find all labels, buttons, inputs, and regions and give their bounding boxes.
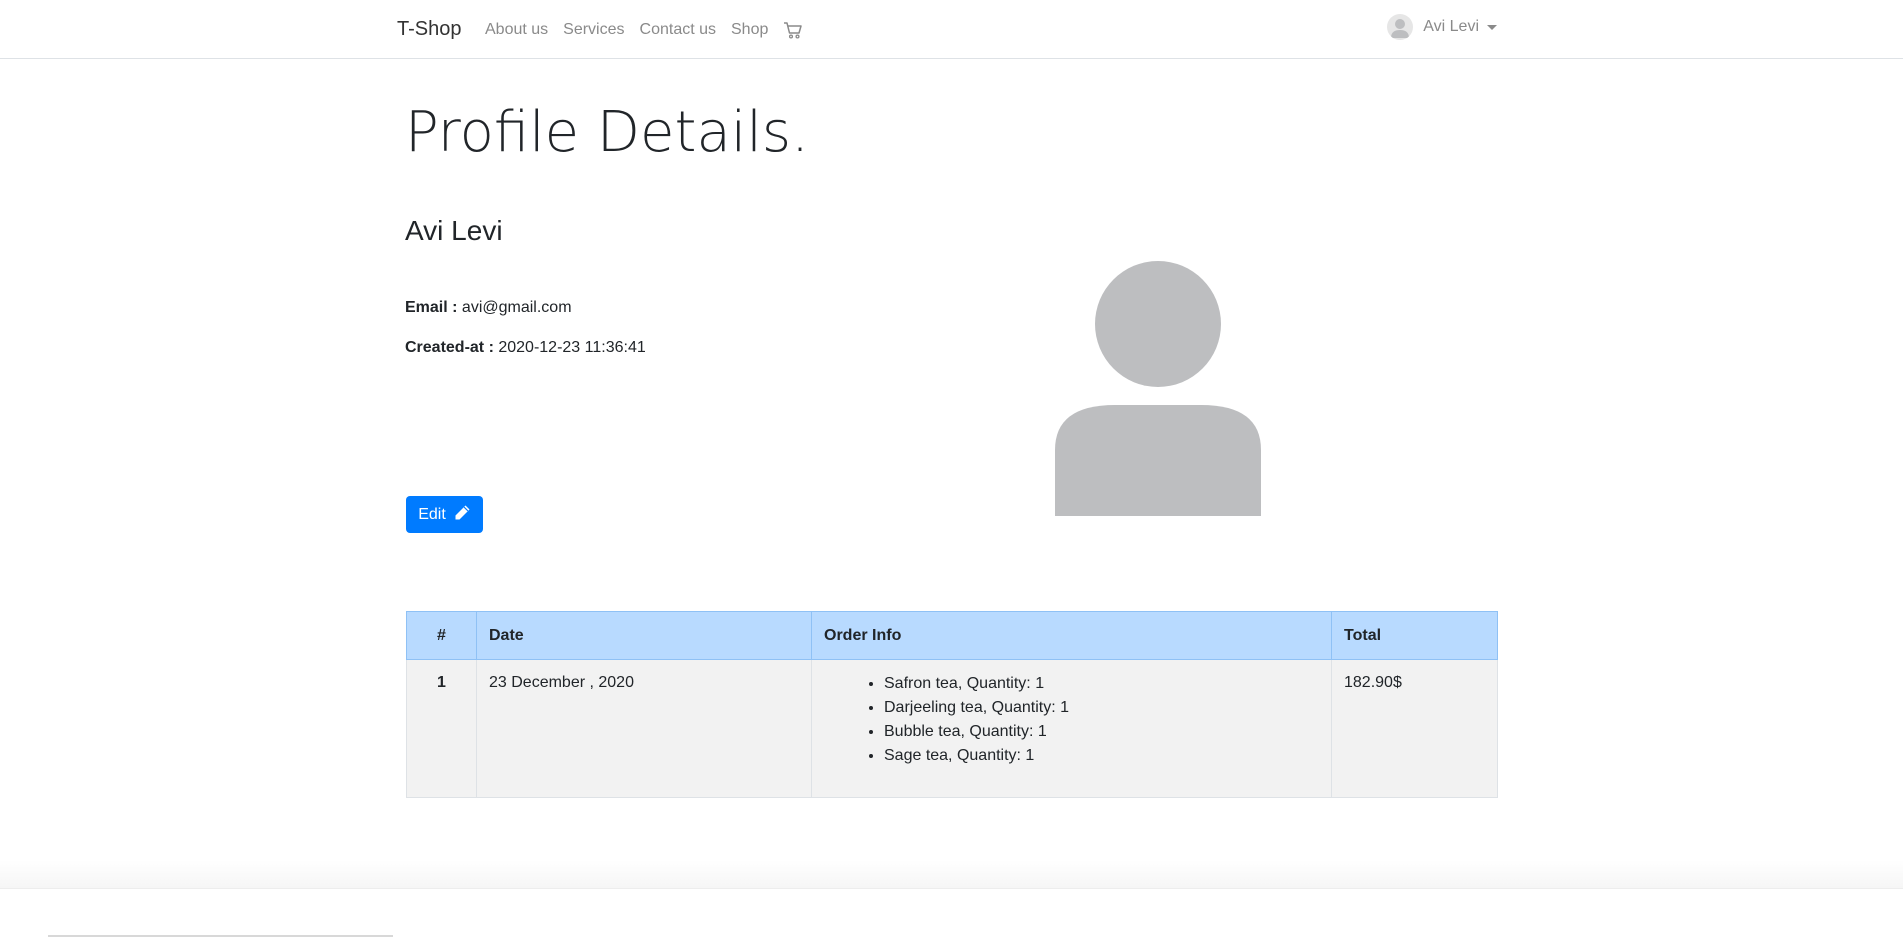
- nav-link-about[interactable]: About us: [485, 21, 548, 39]
- email-label: Email :: [405, 299, 458, 316]
- table-row: 1 23 December , 2020 Safron tea, Quantit…: [406, 659, 1498, 798]
- column-header-total: Total: [1331, 611, 1498, 660]
- order-items-list: Safron tea, Quantity: 1 Darjeeling tea, …: [824, 672, 1319, 768]
- pencil-icon: [454, 504, 471, 526]
- table-header-row: # Date Order Info Total: [406, 611, 1498, 660]
- edit-button-label: Edit: [418, 505, 446, 523]
- orders-table: # Date Order Info Total 1 23 December , …: [406, 611, 1498, 798]
- chevron-down-icon: [1487, 24, 1497, 30]
- user-dropdown[interactable]: Avi Levi: [1387, 14, 1497, 40]
- user-silhouette-icon: [1055, 260, 1261, 516]
- list-item: Sage tea, Quantity: 1: [884, 744, 1319, 768]
- column-header-number: #: [406, 611, 477, 660]
- page-title: Profile Details.: [405, 100, 809, 165]
- nav-link-contact[interactable]: Contact us: [640, 21, 716, 39]
- footer-shadow: [0, 860, 1903, 888]
- created-at-row: Created-at : 2020-12-23 11:36:41: [405, 339, 646, 357]
- user-menu-name: Avi Levi: [1423, 18, 1479, 35]
- list-item: Safron tea, Quantity: 1: [884, 672, 1319, 696]
- order-info: Safron tea, Quantity: 1 Darjeeling tea, …: [811, 659, 1332, 798]
- profile-name: Avi Levi: [405, 215, 503, 246]
- footer-divider: [0, 888, 1903, 889]
- nav-link-shop[interactable]: Shop: [731, 21, 768, 39]
- edit-profile-button[interactable]: Edit: [406, 496, 483, 533]
- order-total: 182.90$: [1331, 659, 1498, 798]
- email-row: Email : avi@gmail.com: [405, 299, 572, 317]
- order-number: 1: [406, 659, 477, 798]
- created-at-label: Created-at :: [405, 339, 494, 356]
- brand-logo[interactable]: T-Shop: [397, 18, 461, 41]
- created-at-value: 2020-12-23 11:36:41: [498, 339, 646, 356]
- top-navbar: T-Shop About us Services Contact us Shop…: [0, 0, 1903, 59]
- list-item: Darjeeling tea, Quantity: 1: [884, 696, 1319, 720]
- nav-link-services[interactable]: Services: [563, 21, 624, 39]
- list-item: Bubble tea, Quantity: 1: [884, 720, 1319, 744]
- order-date: 23 December , 2020: [476, 659, 812, 798]
- email-value: avi@gmail.com: [461, 299, 572, 316]
- shopping-cart-icon[interactable]: [783, 20, 803, 40]
- user-avatar-icon: [1387, 14, 1414, 40]
- nav-links: About us Services Contact us Shop: [485, 20, 803, 40]
- column-header-date: Date: [476, 611, 812, 660]
- column-header-order-info: Order Info: [811, 611, 1332, 660]
